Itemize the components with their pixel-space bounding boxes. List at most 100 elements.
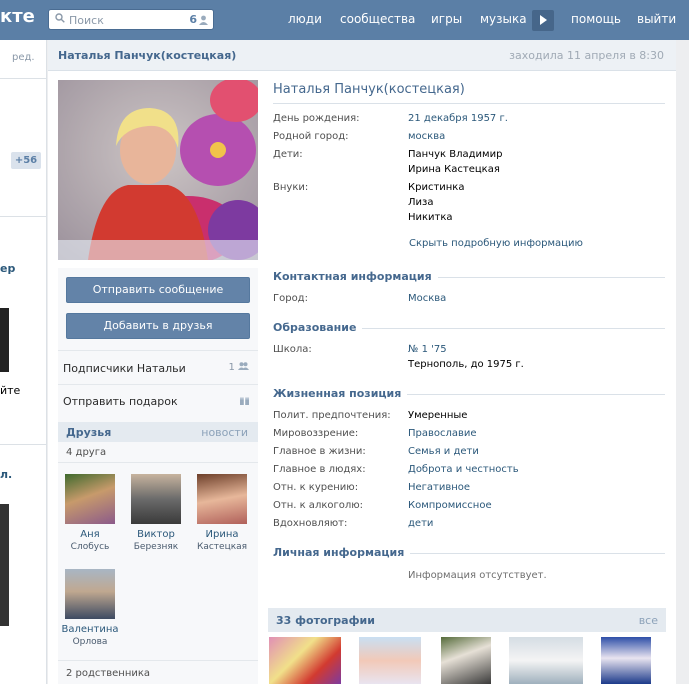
info-value[interactable]: 21 декабря 1957 г. (408, 113, 508, 124)
nav-games[interactable]: игры (431, 12, 462, 26)
gift-icon (240, 397, 249, 405)
relatives-count[interactable]: 2 родственника (66, 668, 150, 679)
send-message-button[interactable]: Отправить сообщение (66, 277, 250, 303)
divider (273, 103, 665, 104)
friend-last-name: Кастецкая (196, 542, 248, 552)
friends-news-link[interactable]: новости (201, 426, 248, 439)
section-contacts-title: Контактная информация (273, 270, 438, 283)
info-label: Родной город: (273, 131, 349, 142)
personal-empty: Информация отсутствует. (408, 570, 547, 581)
edit-link[interactable]: ред. (12, 52, 35, 63)
nav-music[interactable]: музыка (480, 12, 527, 26)
info-label: Вдохновляют: (273, 518, 348, 529)
info-value[interactable]: Компромиссное (408, 500, 492, 511)
add-friend-button[interactable]: Добавить в друзья (66, 313, 250, 339)
friend-first-name: Ирина (205, 529, 239, 540)
nav-communities[interactable]: сообщества (340, 12, 415, 26)
send-gift-link[interactable]: Отправить подарок (63, 395, 249, 409)
friend-card[interactable]: Валентина Орлова (60, 569, 120, 649)
info-value: Тернополь, до 1975 г. (408, 359, 524, 370)
search-placeholder: Поиск (69, 14, 104, 27)
divider (0, 216, 46, 217)
info-label: Город: (273, 293, 308, 304)
divider (58, 462, 258, 463)
info-value[interactable]: № 1 '75 (408, 344, 447, 355)
friends-header[interactable]: Друзья новости (58, 422, 258, 442)
info-value[interactable]: Православие (408, 428, 477, 439)
divider (0, 78, 46, 79)
search-box[interactable]: Поиск 6 (48, 9, 214, 30)
friends-count: 4 друга (66, 447, 107, 458)
play-icon[interactable] (532, 10, 554, 31)
people-icon (238, 362, 249, 370)
nav-help[interactable]: помощь (571, 12, 621, 26)
person-icon (199, 15, 208, 25)
info-value: Кристинка (408, 182, 465, 193)
divider (58, 384, 258, 385)
friend-last-name: Березняк (133, 542, 179, 552)
info-value: Никитка (408, 212, 453, 223)
followers-count-value: 1 (228, 362, 235, 373)
page-gutter (676, 40, 689, 684)
info-label: Дети: (273, 149, 303, 160)
avatar-image (58, 80, 258, 260)
search-count: 6 (189, 13, 208, 26)
friend-avatar (197, 474, 247, 524)
friend-first-name: Валентина (61, 624, 119, 635)
friends-title: Друзья (66, 426, 112, 439)
followers-link[interactable]: Подписчики Натальи 1 (63, 362, 249, 376)
photos-title: 33 фотографии (276, 614, 375, 627)
photo-thumbnail[interactable] (441, 637, 491, 684)
info-label: Мировоззрение: (273, 428, 359, 439)
info-label: Школа: (273, 344, 312, 355)
info-value[interactable]: дети (408, 518, 433, 529)
info-label: Отн. к курению: (273, 482, 359, 493)
sidebar-fragment[interactable]: л. (0, 468, 12, 481)
friend-avatar (65, 474, 115, 524)
search-icon (55, 13, 65, 23)
photo-thumbnail[interactable] (509, 637, 583, 684)
photos-header[interactable]: 33 фотографии все (268, 608, 666, 632)
info-value[interactable]: Семья и дети (408, 446, 479, 457)
friend-avatar (131, 474, 181, 524)
photo-thumbnail[interactable] (601, 637, 651, 684)
photos-all-link[interactable]: все (639, 614, 658, 627)
info-label: День рождения: (273, 113, 360, 124)
friend-last-name: Орлова (72, 637, 108, 647)
profile-info: Наталья Панчук(костецкая) День рождения:… (268, 40, 676, 684)
top-header: кте Поиск 6 люди сообщества игры музыка … (0, 0, 689, 40)
page-title: Наталья Панчук(костецкая) (273, 82, 465, 97)
info-value: Лиза (408, 197, 434, 208)
divider (58, 660, 258, 661)
sidebar-fragment[interactable]: йте (0, 384, 20, 397)
info-value[interactable]: москва (408, 131, 445, 142)
photo-thumbnail[interactable] (269, 637, 341, 684)
sidebar-fragment[interactable]: ер (0, 262, 15, 275)
info-label: Полит. предпочтения: (273, 410, 391, 421)
info-value[interactable]: Негативное (408, 482, 470, 493)
profile-avatar[interactable] (58, 80, 258, 260)
info-value[interactable]: Доброта и честность (408, 464, 519, 475)
friend-avatar (65, 569, 115, 619)
section-personal-title: Личная информация (273, 546, 411, 559)
divider (58, 350, 258, 351)
info-label: Главное в людях: (273, 464, 366, 475)
info-value[interactable]: Москва (408, 293, 446, 304)
followers-count: 1 (228, 362, 249, 373)
site-logo[interactable]: кте (0, 6, 35, 27)
followers-label: Подписчики Натальи (63, 362, 186, 375)
friend-card[interactable]: Аня Слобусь (60, 474, 120, 554)
photo-thumbnail[interactable] (359, 637, 421, 684)
profile-page: Наталья Панчук(костецкая) заходила 11 ап… (48, 40, 676, 684)
left-sidebar: ред. +56 ер йте л. (0, 40, 47, 684)
notification-badge[interactable]: +56 (11, 152, 41, 169)
friend-first-name: Виктор (137, 529, 175, 540)
section-education-title: Образование (273, 321, 363, 334)
nav-logout[interactable]: выйти (637, 12, 676, 26)
hide-info-link[interactable]: Скрыть подробную информацию (409, 238, 583, 249)
friend-card[interactable]: Ирина Кастецкая (192, 474, 252, 554)
friend-card[interactable]: Виктор Березняк (126, 474, 186, 554)
friend-last-name: Слобусь (70, 542, 110, 552)
nav-people[interactable]: люди (288, 12, 322, 26)
friend-first-name: Аня (80, 529, 100, 540)
